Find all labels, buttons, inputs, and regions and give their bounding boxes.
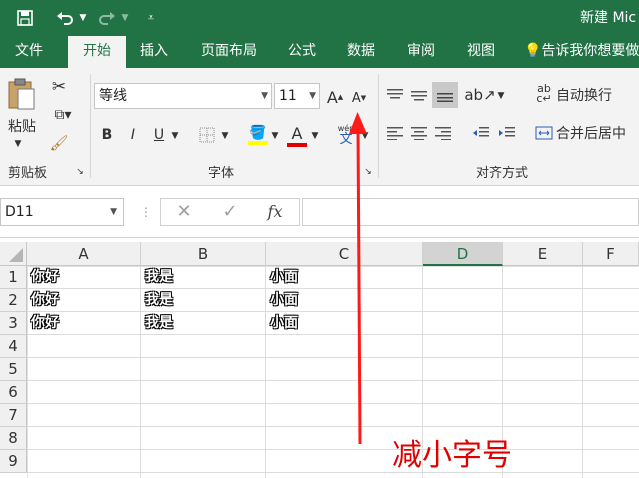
annotation-arrow — [349, 112, 367, 445]
annotation-label: 减小字号 — [392, 438, 512, 473]
